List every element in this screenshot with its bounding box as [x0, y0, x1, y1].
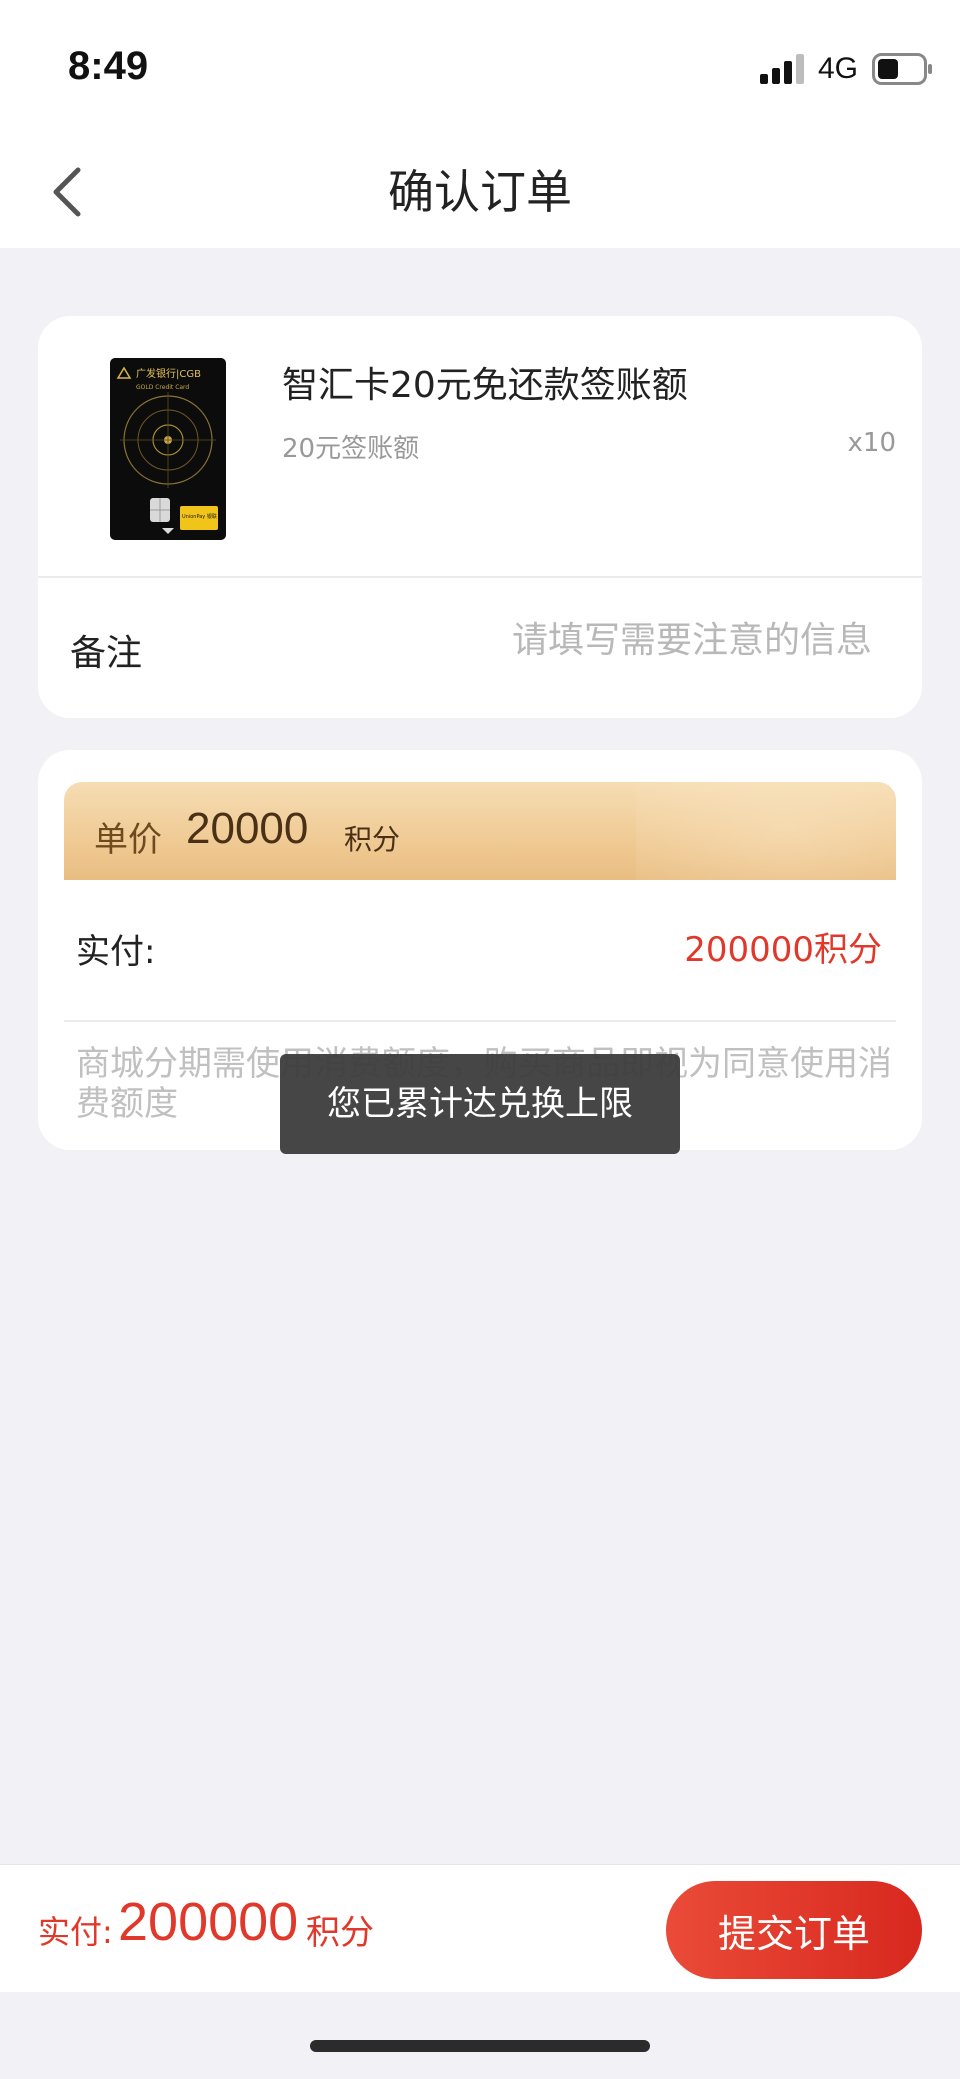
status-time: 8:49 — [68, 44, 149, 88]
submit-order-button[interactable]: 提交订单 — [666, 1881, 922, 1979]
product-card: 广发银行|CGB GOLD Credit Card UnionPay 银联 智汇… — [38, 316, 922, 718]
network-label: 4G — [818, 52, 859, 85]
product-quantity: x10 — [847, 428, 896, 458]
remark-label: 备注 — [70, 633, 143, 674]
card-network-text: UnionPay 银联 — [182, 513, 217, 520]
product-card-image: 广发银行|CGB GOLD Credit Card UnionPay 银联 — [110, 358, 226, 540]
page-title: 确认订单 — [388, 165, 572, 219]
unit-price-label: 单价 — [94, 820, 162, 860]
card-bank-text: 广发银行|CGB — [136, 367, 201, 380]
product-subtitle: 20元签账额 — [282, 434, 420, 464]
divider — [38, 576, 922, 578]
total-label: 实付: — [38, 1913, 113, 1951]
unit-price-banner: 单价 20000 积分 — [64, 782, 896, 880]
total-suffix: 积分 — [306, 1913, 374, 1953]
remark-input[interactable] — [452, 620, 872, 661]
bottom-bar: 实付: 200000 积分 提交订单 — [0, 1864, 960, 1992]
unit-price-suffix: 积分 — [344, 823, 401, 856]
card-name-text: GOLD Credit Card — [136, 384, 189, 391]
home-indicator — [310, 2040, 650, 2052]
total-value: 200000 — [118, 1892, 299, 1952]
product-title: 智汇卡20元免还款签账额 — [282, 365, 688, 406]
signal-icon — [760, 54, 804, 84]
unit-price-value: 20000 — [186, 804, 309, 853]
toast-message: 您已累计达兑换上限 — [280, 1054, 680, 1154]
paid-value: 200000积分 — [684, 930, 882, 970]
paid-label: 实付: — [76, 932, 156, 972]
divider — [64, 1020, 896, 1022]
nav-bar: 确认订单 — [0, 120, 960, 248]
battery-icon — [872, 53, 932, 85]
status-bar: 8:49 4G — [0, 0, 960, 120]
